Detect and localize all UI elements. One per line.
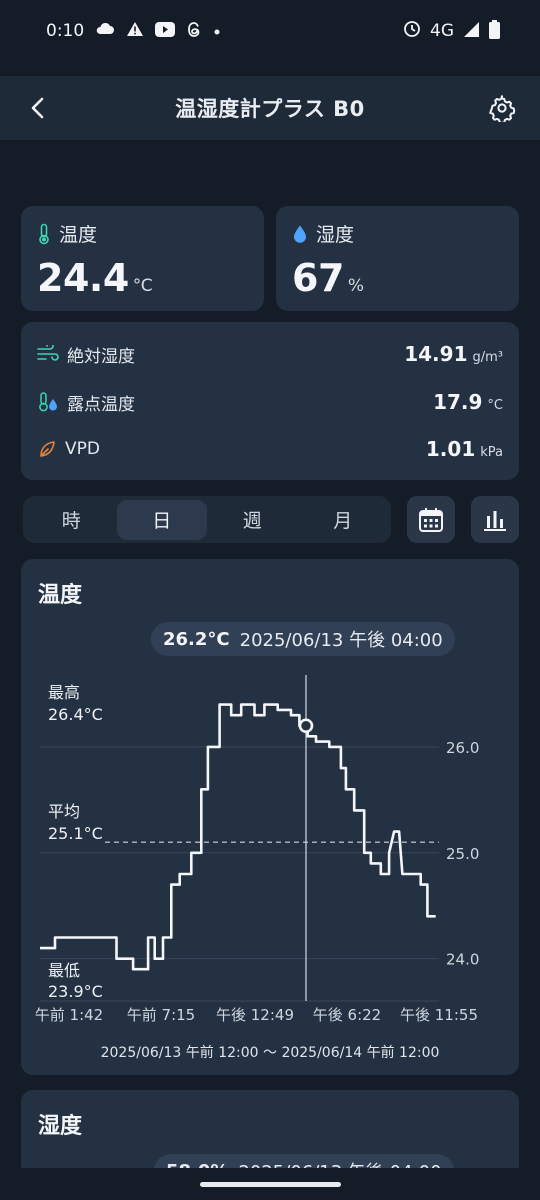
y-tick-label-0: 24.0 — [446, 951, 479, 969]
average-label: 平均 — [48, 802, 80, 821]
x-tick-label-3: 午後 6:22 — [313, 1006, 381, 1024]
absolute-humidity-value: 14.91 — [404, 342, 468, 366]
home-handle[interactable] — [200, 1182, 341, 1187]
selected-point-marker — [298, 718, 314, 734]
temperature-card[interactable]: 温度 24.4 °C — [21, 206, 264, 311]
absolute-humidity-unit: g/m³ — [472, 350, 503, 365]
temperature-chart-card: 温度 26.2°C 2025/06/13 午後 04:00 24.0 25.0 26… — [21, 559, 519, 1075]
max-label: 最高 — [48, 683, 80, 702]
dew-point-label: 露点温度 — [67, 394, 135, 415]
x-tick-label-2: 午後 12:49 — [216, 1006, 294, 1024]
dew-point-row: 露点温度 17.9 °C — [37, 387, 503, 417]
x-tick-label-0: 午前 1:42 — [35, 1006, 103, 1024]
humidity-unit: % — [347, 276, 364, 296]
status-time: 0:10 — [46, 21, 85, 41]
tab-day[interactable]: 日 — [116, 499, 207, 540]
water-drop-icon — [294, 225, 306, 243]
leaf-icon — [40, 441, 55, 457]
absolute-humidity-row: 絶対湿度 14.91 g/m³ — [37, 339, 503, 369]
threads-icon — [186, 21, 202, 42]
settings-button[interactable] — [484, 90, 520, 126]
max-value: 26.4°C — [48, 705, 103, 724]
y-tick-label-2: 26.0 — [446, 739, 479, 757]
network-type: 4G — [430, 21, 454, 41]
top-app-bar: 温湿度計プラス B0 — [0, 76, 540, 140]
chart-type-button[interactable] — [471, 496, 519, 543]
x-tick-label-1: 午前 7:15 — [127, 1006, 195, 1024]
humidity-value: 67 — [292, 256, 344, 300]
page-title: 温湿度計プラス B0 — [175, 97, 365, 121]
temperature-chart[interactable]: 24.0 25.0 26.0 午前 1:42 午前 7:15 午後 12:49 午後 6:2… — [21, 559, 519, 1075]
tab-hour[interactable]: 時 — [26, 500, 117, 540]
vpd-label: VPD — [65, 439, 100, 459]
vpd-row: VPD 1.01 kPa — [37, 434, 503, 464]
youtube-icon — [155, 21, 176, 41]
navigation-bar — [0, 1168, 540, 1200]
vpd-unit: kPa — [480, 445, 503, 460]
tab-month[interactable]: 月 — [298, 500, 389, 540]
humidity-card[interactable]: 湿度 67% — [276, 206, 519, 311]
x-tick-label-4: 午後 11:55 — [400, 1006, 478, 1024]
min-value: 23.9°C — [48, 982, 103, 1001]
alarm-icon — [403, 20, 421, 42]
cloud-icon — [95, 21, 115, 41]
chart2-title: 湿度 — [38, 1114, 83, 1139]
temperature-label: 温度 — [59, 224, 98, 246]
extra-metrics-card: 絶対湿度 14.91 g/m³ 露点温度 17.9 °C VPD 1.01 kPa — [21, 322, 519, 480]
thermometer-icon — [39, 223, 49, 244]
dewpoint-icon — [39, 392, 57, 412]
humidity-label: 湿度 — [316, 224, 355, 246]
dot-icon — [213, 22, 221, 40]
absolute-humidity-label: 絶対湿度 — [67, 346, 135, 367]
calendar-button[interactable] — [407, 496, 455, 543]
back-arrow-icon — [31, 97, 44, 119]
period-selector: 時 日 週 月 — [23, 496, 391, 543]
average-value: 25.1°C — [48, 824, 103, 843]
warning-icon — [126, 21, 144, 41]
calendar-icon — [419, 507, 443, 532]
tab-week[interactable]: 週 — [207, 500, 298, 540]
bar-chart-icon — [484, 510, 506, 531]
status-bar: 0:10 4G — [0, 0, 540, 62]
back-button[interactable] — [20, 90, 56, 126]
dew-point-unit: °C — [487, 398, 503, 413]
wind-icon — [37, 345, 59, 361]
temperature-unit: °C — [132, 276, 153, 296]
vpd-value: 1.01 — [425, 437, 476, 461]
chart-date-range: 2025/06/13 午前 12:00 〜 2025/06/14 午前 12:0… — [100, 1045, 440, 1061]
dew-point-value: 17.9 — [433, 390, 483, 414]
battery-icon — [489, 19, 500, 43]
temperature-value: 24.4 — [37, 256, 129, 300]
gear-icon — [489, 95, 516, 122]
y-tick-label-1: 25.0 — [446, 845, 479, 863]
min-label: 最低 — [48, 961, 80, 980]
signal-icon — [463, 21, 480, 42]
